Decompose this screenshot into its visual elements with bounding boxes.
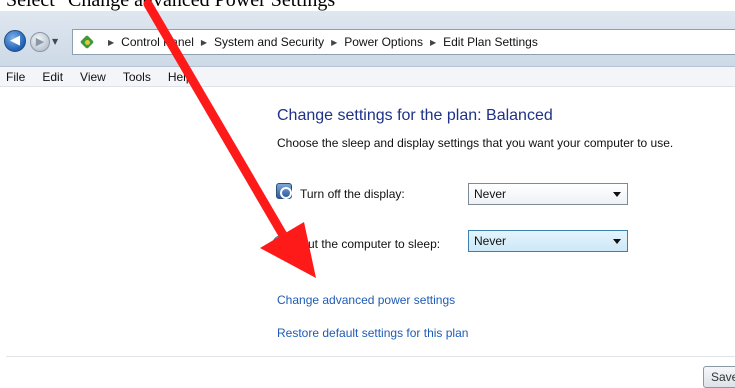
menu-bar: File Edit View Tools Help [0, 67, 735, 87]
address-area: ◀ ▶ ▼ ▶ Control Panel ▶ System and Secur… [0, 11, 735, 67]
sleep-timeout-select[interactable]: Never [468, 230, 628, 252]
breadcrumb-system-and-security[interactable]: System and Security [214, 35, 324, 49]
menu-file[interactable]: File [6, 70, 25, 84]
breadcrumb-separator-icon[interactable]: ▶ [201, 38, 207, 47]
display-timeout-select[interactable]: Never [468, 183, 628, 205]
menu-help[interactable]: Help [168, 70, 193, 84]
breadcrumb[interactable]: ▶ Control Panel ▶ System and Security ▶ … [72, 29, 735, 55]
sleep-timeout-value: Never [474, 234, 507, 248]
restore-defaults-link[interactable]: Restore default settings for this plan [277, 326, 468, 340]
breadcrumb-edit-plan-settings[interactable]: Edit Plan Settings [443, 35, 538, 49]
main-content: Change settings for the plan: Balanced C… [0, 88, 735, 388]
display-power-icon [276, 183, 292, 199]
menu-edit[interactable]: Edit [42, 70, 63, 84]
save-changes-button[interactable]: Save changes [703, 366, 735, 388]
forward-arrow-icon[interactable]: ▶ [30, 32, 50, 52]
breadcrumb-separator-icon[interactable]: ▶ [331, 38, 337, 47]
page-title: Change settings for the plan: Balanced [277, 107, 553, 124]
breadcrumb-separator-icon[interactable]: ▶ [108, 38, 114, 47]
back-arrow-icon[interactable]: ◀ [4, 30, 26, 52]
display-setting-label: Turn off the display: [300, 187, 405, 201]
divider [6, 356, 735, 357]
change-advanced-settings-link[interactable]: Change advanced power settings [277, 293, 455, 307]
breadcrumb-control-panel[interactable]: Control Panel [121, 35, 194, 49]
sleep-setting-label: Put the computer to sleep: [300, 237, 441, 251]
display-timeout-value: Never [474, 187, 507, 201]
breadcrumb-separator-icon[interactable]: ▶ [430, 38, 436, 47]
menu-view[interactable]: View [80, 70, 106, 84]
breadcrumb-power-options[interactable]: Power Options [344, 35, 423, 49]
page-subtitle: Choose the sleep and display settings th… [277, 136, 674, 150]
control-panel-icon [81, 35, 95, 49]
sleep-moon-icon [272, 235, 292, 255]
tutorial-caption: Select "Change advanced Power Settings" [6, 0, 344, 11]
history-dropdown-icon[interactable]: ▼ [52, 37, 58, 46]
menu-tools[interactable]: Tools [123, 70, 151, 84]
chevron-down-icon[interactable] [613, 192, 621, 197]
chevron-down-icon[interactable] [613, 239, 621, 244]
